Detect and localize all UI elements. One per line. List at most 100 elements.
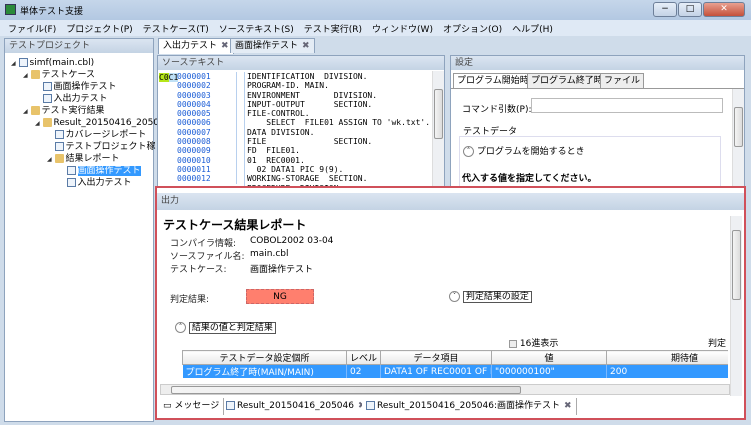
tab-file[interactable]: ファイル [600,73,645,88]
settings-scrollbar[interactable] [732,89,744,187]
tab-result-screen-test[interactable]: Result_20150416_205046:画面操作テスト ✖ [362,398,577,415]
tree-item[interactable]: ◢ テストプロジェクト稼 [47,141,156,153]
column-header[interactable]: 値 [491,350,607,365]
tree-item-label: 結果レポート [65,154,120,164]
line-number: 0000006 [177,118,211,128]
menu-source[interactable]: ソーステキスト(S) [219,22,294,35]
line-number: 0000007 [177,127,211,137]
tree-item[interactable]: ◢ テスト実行結果 [23,105,105,117]
hex-display-checkbox[interactable]: 16進表示 [509,336,558,349]
tree-item-label: 画面操作テスト [53,82,117,92]
menu-window[interactable]: ウィンドウ(W) [372,22,433,35]
source-code[interactable]: IDENTIFICATION DIVISION. PROGRAM-ID. MAI… [244,72,430,193]
tab-messages[interactable]: ▭ メッセージ [159,398,225,415]
tab-label: Result_20150416_205046:画面操作テスト [377,401,561,411]
expand-triangle-icon[interactable]: ◢ [11,60,16,67]
tab-result[interactable]: Result_20150416_205046✖ [222,398,371,415]
tree-item[interactable]: ◢ カバレージレポート [47,129,146,141]
expand-triangle-icon[interactable]: ◢ [35,120,40,127]
tree-item[interactable]: ◢ 画面操作テスト [35,81,117,93]
hex-label: 16進表示 [519,339,559,349]
source-scrollbar[interactable] [432,71,444,187]
close-icon[interactable]: ✖ [302,41,310,51]
testcase-icon [42,82,52,91]
tree-item[interactable]: ◢ 結果レポート [47,153,120,165]
tree-item[interactable]: ◢ テストケース [23,69,95,81]
tree-item[interactable]: ◢ simf(main.cbl) [11,57,94,69]
info-value: main.cbl [250,249,289,259]
table-row[interactable]: プログラム終了時(MAIN/MAIN) 02 DATA1 OF REC0001 OF… [182,364,728,378]
output-hscrollbar[interactable] [160,384,730,395]
tab-label: 画面操作テスト [235,41,299,51]
line-number: 0000008 [177,137,211,147]
tree-item[interactable]: ◢ 入出力テスト [35,93,108,105]
chevron-up-icon: ˄ [175,322,186,333]
tree-item-label: テストケース [41,70,96,80]
output-panel-title: 出力 [157,193,744,210]
column-header[interactable]: レベル [346,350,381,365]
expander-label: プログラムを開始するとき [476,147,585,157]
folder-icon [54,154,64,163]
report-icon [366,401,375,410]
tab-label: Result_20150416_205046 [237,401,354,411]
folder-icon [30,70,40,79]
info-label: コンパイラ情報: [170,239,237,249]
tree-item[interactable]: ◢ 入出力テスト [59,177,132,189]
menu-file[interactable]: ファイル(F) [8,22,56,35]
line-number: 0000011 [177,164,211,174]
report-icon [226,401,235,410]
title-bar: 単体テスト支援 − □ ✕ [0,0,751,20]
results-section-expander[interactable]: ˄ 結果の値と判定結果 [175,320,276,334]
column-header[interactable]: 期待値 [606,350,728,365]
line-number: 0000010 [177,155,211,165]
column-header[interactable]: データ項目 [380,350,492,365]
tab-screen-test[interactable]: 画面操作テスト ✖ [230,38,315,53]
expand-triangle-icon[interactable]: ◢ [23,72,28,79]
tree-item-label: 入出力テスト [53,94,108,104]
report-icon [66,178,76,187]
chevron-up-icon: ˄ [463,146,474,157]
expand-triangle-icon[interactable]: ◢ [23,108,28,115]
maximize-button[interactable]: □ [678,2,702,17]
info-value: COBOL2002 03-04 [250,236,334,246]
info-label: ソースファイル名: [170,252,245,262]
program-start-expander[interactable]: ˄ プログラムを開始するとき [463,144,585,157]
judgement-column-label: 判定 [708,339,727,349]
folder-icon [42,118,52,127]
tab-program-end[interactable]: プログラム終了時 [527,73,607,88]
tree-item-label: simf(main.cbl) [29,58,95,68]
table-cell: 02 [346,364,381,378]
output-vscrollbar[interactable] [730,216,742,396]
settings-panel-title: 設定 [451,56,744,70]
menu-project[interactable]: プロジェクト(P) [66,22,132,35]
command-args-input[interactable] [531,98,723,113]
line-numbers: 0000001 0000002 0000003 0000004 0000005 00000… [177,72,237,184]
message-icon: ▭ [163,401,172,411]
column-header[interactable]: テストデータ設定個所 [182,350,347,365]
menu-testcase[interactable]: テストケース(T) [143,22,209,35]
output-panel: 出力 テストケース結果レポート コンパイラ情報: COBOL2002 03-04 ソ… [155,186,746,420]
minimize-button[interactable]: − [653,2,677,17]
expander-label: 判定結果の設定 [462,291,532,303]
expand-triangle-icon[interactable]: ◢ [47,156,52,163]
line-number: 0000001 [177,72,211,81]
testcase-icon [42,94,52,103]
chevron-down-icon: ˅ [449,291,460,302]
close-button[interactable]: ✕ [703,2,745,17]
line-number: 0000004 [177,99,211,109]
menu-option[interactable]: オプション(O) [443,22,502,35]
judgement-settings-expander[interactable]: ˅ 判定結果の設定 [449,289,532,303]
tab-io-test[interactable]: 入出力テスト ✖ [158,38,234,54]
folder-icon [30,106,40,115]
close-icon[interactable]: ✖ [221,41,229,51]
tree-item[interactable]: ◢ Result_20150416_205046 [35,117,170,129]
line-number: 0000002 [177,81,211,91]
line-number: 0000012 [177,174,211,184]
command-args-label: コマンド引数(P): [462,105,532,115]
coverage-marker-c0: C0 [159,73,169,82]
menu-help[interactable]: ヘルプ(H) [512,22,553,35]
menu-run[interactable]: テスト実行(R) [304,22,362,35]
tree-item[interactable]: ◢ 画面操作テスト [59,165,141,177]
tab-program-start[interactable]: プログラム開始時 [453,73,533,89]
close-icon[interactable]: ✖ [564,401,572,411]
